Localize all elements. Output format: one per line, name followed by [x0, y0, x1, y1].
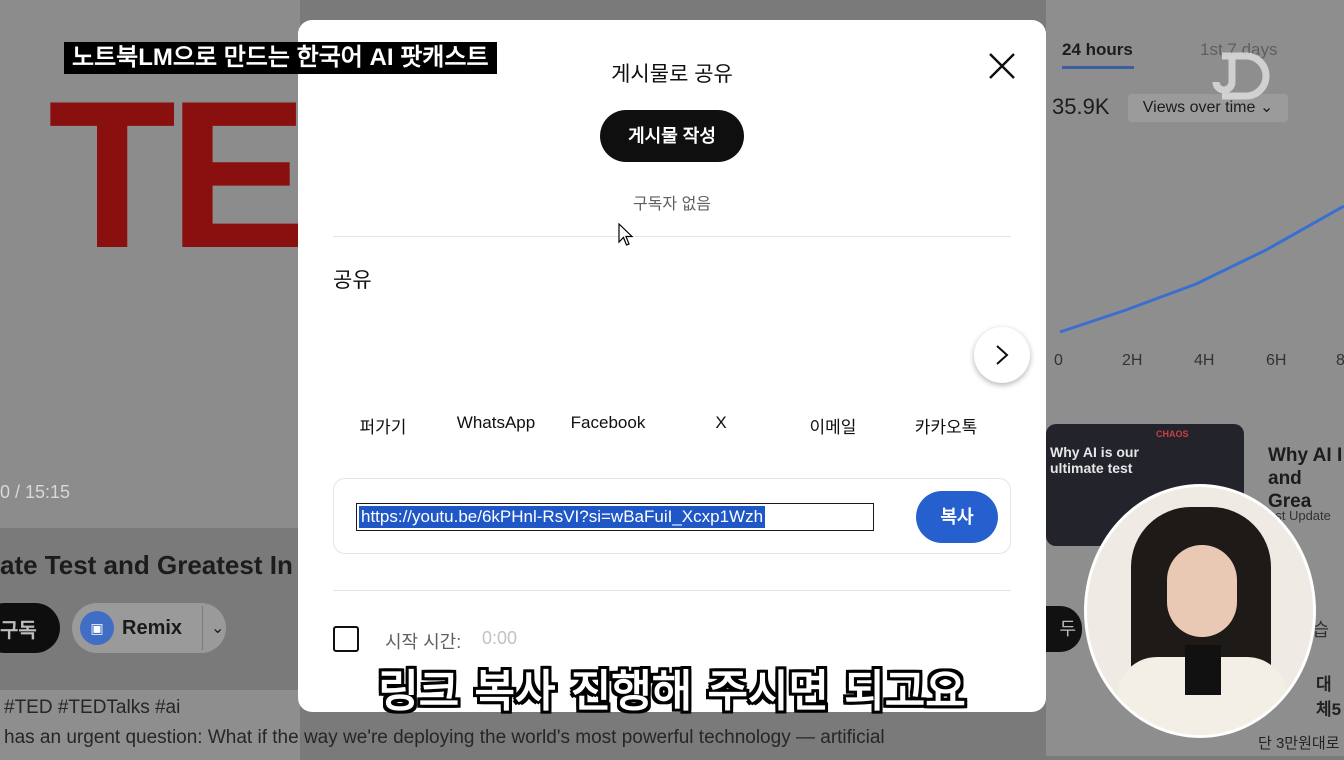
watermark-logo: [1212, 52, 1270, 100]
presenter-face: [1167, 545, 1237, 637]
share-kakaotalk[interactable]: 카카오톡: [891, 413, 1001, 438]
axis-label: 4H: [1194, 352, 1215, 369]
axis-label: 2H: [1122, 352, 1143, 369]
share-whatsapp[interactable]: WhatsApp: [441, 413, 551, 433]
video-title: ate Test and Greatest In: [0, 550, 293, 580]
thumbnail-brand: CHAOS: [1156, 429, 1189, 439]
subscribe-button[interactable]: 구독: [0, 603, 60, 653]
video-player[interactable]: TEI 0 / 15:15: [0, 0, 300, 528]
views-line-chart: [1059, 204, 1344, 334]
views-value: 35.9K: [1052, 94, 1110, 119]
start-time-checkbox[interactable]: [333, 626, 359, 652]
divider: [333, 236, 1011, 237]
description-text: has an urgent question: What if the way …: [4, 727, 885, 748]
remix-icon: ▣: [80, 611, 114, 645]
remix-divider: [202, 606, 204, 650]
remix-label: Remix: [122, 616, 183, 639]
panel-text: 단 3만원대로: [1258, 735, 1340, 752]
share-section-label: 공유: [333, 269, 372, 292]
share-email[interactable]: 이메일: [778, 413, 888, 438]
axis-label: 6H: [1266, 352, 1287, 369]
share-to-post-dialog: 게시물로 공유 게시물 작성 구독자 없음 공유 퍼가기 WhatsApp Fa…: [298, 20, 1046, 712]
share-embed[interactable]: 퍼가기: [328, 413, 438, 438]
axis-label: 0: [1054, 352, 1063, 369]
next-arrow-button[interactable]: [974, 327, 1030, 383]
share-url-field[interactable]: https://youtu.be/6kPHnl-RsVI?si=wBaFuiI_…: [356, 503, 874, 531]
copy-button[interactable]: 복사: [916, 491, 998, 543]
chevron-down-icon[interactable]: ⌄: [211, 618, 224, 638]
video-subtitle: 링크 복사 진행해 주시면 되고요: [378, 666, 966, 717]
start-time-label: 시작 시간:: [385, 632, 462, 652]
share-facebook[interactable]: Facebook: [553, 413, 663, 433]
create-post-button[interactable]: 게시물 작성: [600, 110, 744, 162]
video-time: 0 / 15:15: [0, 482, 71, 502]
overlay-caption: 노트북LM으로 만드는 한국어 AI 팟캐스트: [64, 42, 497, 74]
remix-button[interactable]: ▣ Remix ⌄: [72, 603, 226, 653]
share-url-text: https://youtu.be/6kPHnl-RsVI?si=wBaFuiI_…: [359, 506, 766, 528]
mouse-cursor-icon: [618, 222, 634, 252]
related-video-title[interactable]: Why AI I and Grea: [1268, 444, 1344, 513]
start-time-value[interactable]: 0:00: [482, 628, 517, 649]
ted-logo: TEI: [48, 57, 300, 292]
channel-watermark-icon: [1212, 42, 1276, 106]
active-tab-indicator: [1062, 66, 1134, 69]
share-x[interactable]: X: [666, 413, 776, 433]
axis-label: 8: [1336, 352, 1344, 369]
thumbnail-text: Why AI is our ultimate test: [1050, 444, 1139, 476]
close-icon[interactable]: [986, 50, 1018, 82]
panel-action-button[interactable]: 두: [1046, 606, 1082, 652]
views-chart-line: [1059, 204, 1344, 334]
divider: [333, 590, 1011, 591]
no-subscribers-text: 구독자 없음: [632, 196, 712, 213]
chevron-right-icon: [996, 345, 1009, 365]
tab-24-hours[interactable]: 24 hours: [1062, 40, 1133, 60]
